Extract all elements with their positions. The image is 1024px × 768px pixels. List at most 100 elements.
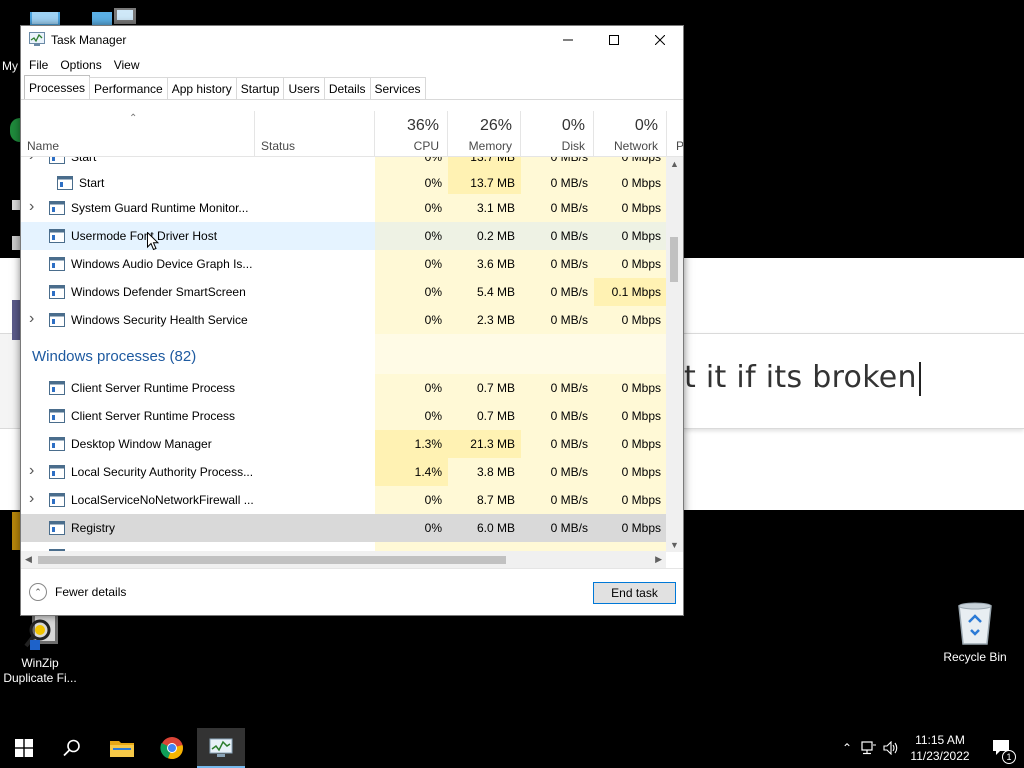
cell-disk: 0 MB/s bbox=[521, 278, 594, 306]
cell-disk: 0 MB/s bbox=[521, 402, 594, 430]
table-row[interactable]: Usermode Font Driver Host 0% 0.2 MB 0 MB/s 0… bbox=[21, 222, 667, 250]
table-row[interactable]: Client Server Runtime Process 0% 0.7 MB 0 M… bbox=[21, 374, 667, 402]
column-header-name[interactable]: ⌃ Name bbox=[21, 111, 255, 157]
network-icon[interactable] bbox=[92, 8, 142, 26]
vertical-scroll-thumb[interactable] bbox=[670, 237, 678, 282]
horizontal-scrollbar[interactable]: ◀ ▶ bbox=[21, 551, 666, 568]
process-icon bbox=[49, 313, 65, 327]
table-row[interactable]: › LocalServiceNoNetworkFirewall ... 0% 8.7 … bbox=[21, 486, 667, 514]
desktop-partial-label: My bbox=[2, 59, 18, 73]
column-header-status[interactable]: Status bbox=[255, 111, 375, 157]
table-row[interactable]: Start 0% 13.7 MB 0 MB/s 0 Mbps bbox=[21, 169, 667, 197]
file-explorer-button[interactable] bbox=[98, 728, 146, 768]
folder-icon bbox=[110, 741, 134, 757]
table-row[interactable]: › Local Security Authority Process... 1.4%… bbox=[21, 458, 667, 486]
expand-chevron-icon[interactable]: › bbox=[29, 157, 34, 165]
table-row[interactable]: Desktop Window Manager 1.3% 21.3 MB 0 MB/s 0… bbox=[21, 430, 667, 458]
tab-startup[interactable]: Startup bbox=[235, 77, 285, 99]
show-hidden-icons-icon[interactable]: ⌃ bbox=[836, 741, 858, 755]
table-row[interactable]: Windows Defender SmartScreen 0% 5.4 MB 0 MB… bbox=[21, 278, 667, 306]
table-row[interactable]: Windows Audio Device Graph Is... 0% 3.6 MB… bbox=[21, 250, 667, 278]
search-button[interactable] bbox=[48, 728, 96, 768]
horizontal-scroll-thumb[interactable] bbox=[38, 556, 506, 564]
footer-bar: ⌃ Fewer details End task bbox=[21, 568, 683, 615]
menu-options[interactable]: Options bbox=[54, 58, 107, 72]
process-icon bbox=[49, 285, 65, 299]
scroll-left-icon[interactable]: ◀ bbox=[25, 554, 32, 565]
expand-chevron-icon[interactable]: › bbox=[29, 198, 34, 216]
close-icon bbox=[655, 35, 665, 45]
recycle-bin-shortcut[interactable]: Recycle Bin bbox=[935, 602, 1015, 664]
menu-file[interactable]: File bbox=[23, 58, 54, 72]
table-row[interactable]: › Windows Security Health Service 0% 2.3 MB… bbox=[21, 306, 667, 334]
cell-disk: 0 MB/s bbox=[521, 458, 594, 486]
cell-cpu: 0% bbox=[375, 250, 448, 278]
background-left-box bbox=[0, 333, 20, 429]
cell-cpu: 0% bbox=[375, 374, 448, 402]
tab-services[interactable]: Services bbox=[369, 77, 426, 99]
close-button[interactable] bbox=[637, 26, 683, 54]
cell-disk: 0 MB/s bbox=[521, 306, 594, 334]
process-icon bbox=[49, 201, 65, 215]
process-grid: ⌃ Name Status 36% CPU 26% Memory 0% Disk… bbox=[21, 111, 683, 568]
vertical-scrollbar[interactable]: ▲ ▼ bbox=[666, 157, 683, 552]
menu-bar: File Options View bbox=[21, 54, 683, 76]
expand-chevron-icon[interactable]: › bbox=[29, 310, 34, 328]
scroll-up-icon[interactable]: ▲ bbox=[670, 159, 679, 169]
clock-time: 11:15 AM bbox=[915, 733, 965, 747]
column-header-cpu[interactable]: 36% CPU bbox=[375, 111, 448, 157]
fewer-details-button[interactable]: ⌃ Fewer details bbox=[29, 583, 126, 601]
column-header-power[interactable]: P bbox=[667, 111, 683, 157]
process-name: LocalServiceNoNetworkFirewall ... bbox=[71, 493, 254, 507]
winzip-label: WinZip Duplicate Fi... bbox=[3, 656, 77, 685]
desktop-partial-icon bbox=[12, 512, 20, 550]
start-button[interactable] bbox=[0, 728, 48, 768]
tab-details[interactable]: Details bbox=[323, 77, 371, 99]
cell-disk: 0 MB/s bbox=[521, 222, 594, 250]
cell-disk: 0 MB/s bbox=[521, 250, 594, 278]
column-header-network[interactable]: 0% Network bbox=[594, 111, 667, 157]
cell-network: 0 Mbps bbox=[594, 194, 667, 222]
maximize-button[interactable] bbox=[591, 26, 637, 54]
recycle-bin-icon bbox=[955, 602, 995, 646]
process-icon bbox=[49, 157, 65, 164]
sort-ascending-icon: ⌃ bbox=[129, 113, 138, 124]
cell-network: 0 Mbps bbox=[594, 169, 667, 197]
table-row[interactable]: Client Server Runtime Process 0% 0.7 MB 0 M… bbox=[21, 402, 667, 430]
text-caret bbox=[918, 361, 921, 396]
scroll-right-icon[interactable]: ▶ bbox=[655, 554, 662, 565]
cell-disk: 0 MB/s bbox=[521, 169, 594, 197]
network-tray-icon[interactable] bbox=[858, 741, 880, 755]
scroll-down-icon[interactable]: ▼ bbox=[670, 540, 679, 550]
maximize-icon bbox=[609, 35, 619, 45]
tab-users[interactable]: Users bbox=[283, 77, 325, 99]
expand-chevron-icon[interactable]: › bbox=[29, 490, 34, 508]
title-bar[interactable]: Task Manager bbox=[21, 26, 683, 54]
cell-disk: 0 MB/s bbox=[521, 194, 594, 222]
clock[interactable]: 11:15 AM 11/23/2022 bbox=[900, 732, 980, 764]
tab-performance[interactable]: Performance bbox=[89, 77, 168, 99]
notification-center-button[interactable]: 1 bbox=[980, 728, 1024, 768]
column-header-disk[interactable]: 0% Disk bbox=[521, 111, 594, 157]
group-header-windows-processes[interactable]: Windows processes (82) bbox=[32, 348, 196, 365]
table-row[interactable]: › System Guard Runtime Monitor... 0% 3.1 MB… bbox=[21, 194, 667, 222]
chrome-icon bbox=[160, 737, 183, 760]
process-name: Usermode Font Driver Host bbox=[71, 229, 218, 243]
end-task-button[interactable]: End task bbox=[593, 582, 676, 604]
winzip-duplicate-finder-shortcut[interactable]: WinZip Duplicate Fi... bbox=[0, 612, 80, 686]
volume-icon[interactable] bbox=[880, 741, 902, 755]
minimize-button[interactable] bbox=[545, 26, 591, 54]
expand-chevron-icon[interactable]: › bbox=[29, 462, 34, 480]
cell-network: 0 Mbps bbox=[594, 486, 667, 514]
this-pc-icon[interactable] bbox=[28, 12, 62, 26]
process-name: Registry bbox=[71, 521, 116, 535]
table-row[interactable]: Registry 0% 6.0 MB 0 MB/s 0 Mbps bbox=[21, 514, 667, 542]
column-header-memory[interactable]: 26% Memory bbox=[448, 111, 521, 157]
chrome-button[interactable] bbox=[148, 728, 196, 768]
task-manager-taskbar-button[interactable] bbox=[197, 728, 245, 768]
cell-cpu: 0% bbox=[424, 521, 442, 535]
process-name: Local Security Authority Process... bbox=[71, 465, 254, 479]
tab-processes[interactable]: Processes bbox=[24, 75, 91, 99]
menu-view[interactable]: View bbox=[108, 58, 146, 72]
tab-app-history[interactable]: App history bbox=[166, 77, 237, 99]
